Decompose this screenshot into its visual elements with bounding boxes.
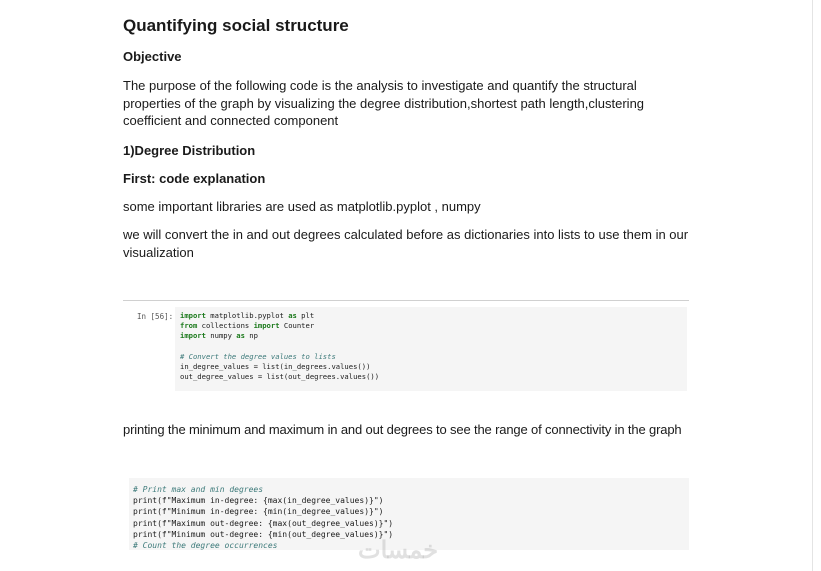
printing-paragraph: printing the minimum and maximum in and … [123, 422, 682, 437]
keyword: import [180, 331, 206, 341]
keyword: as [236, 331, 245, 341]
code-explanation-heading: First: code explanation [123, 171, 266, 186]
keyword: import [253, 321, 280, 331]
section-heading: 1)Degree Distribution [123, 143, 256, 158]
code-line: print(f"Maximum out-degree: {max(out_deg… [133, 518, 394, 528]
code-comment: # Convert the degree values to lists [180, 351, 336, 361]
cell-prompt: In [56]: [137, 312, 174, 321]
code-comment: # Count the degree occurrences [133, 541, 278, 550]
watermark: خمسات [358, 537, 439, 564]
code-line: print(f"Minimum out-degree: {min(out_deg… [133, 529, 394, 539]
code-fragment: plt [296, 311, 315, 320]
keyword: as [288, 311, 297, 320]
code-fragment: np [244, 331, 258, 341]
code-cell-1: In [56]: import matplotlib.pyplot as plt… [123, 300, 689, 393]
keyword: import [180, 311, 206, 320]
objective-paragraph: The purpose of the following code is the… [123, 78, 645, 128]
code-line: in_degree_values = list(in_degrees.value… [180, 362, 371, 372]
page-edge [812, 0, 813, 571]
code-line: print(f"Maximum in-degree: {max(in_degre… [133, 496, 384, 506]
code-fragment: matplotlib.pyplot [210, 311, 289, 320]
code-comment: # Print max and min degrees [133, 485, 264, 494]
convert-paragraph: we will convert the in and out degrees c… [123, 227, 689, 260]
code-line: print(f"Minimum in-degree: {min(in_degre… [133, 507, 384, 517]
code-fragment: numpy [205, 331, 237, 341]
code-line: out_degree_values = list(out_degrees.val… [180, 372, 380, 382]
libraries-paragraph: some important libraries are used as mat… [123, 199, 481, 214]
page-title: Quantifying social structure [123, 16, 349, 35]
objective-heading: Objective [123, 49, 182, 64]
code-fragment: collections [197, 321, 254, 331]
code-box: import matplotlib.pyplot as plt from col… [175, 307, 687, 391]
keyword: from [180, 321, 198, 331]
code-lines-1: import matplotlib.pyplot as plt from col… [180, 311, 379, 382]
code-fragment: Counter [279, 321, 315, 331]
code-lines-2: # Print max and min degrees print(f"Maxi… [133, 484, 393, 550]
